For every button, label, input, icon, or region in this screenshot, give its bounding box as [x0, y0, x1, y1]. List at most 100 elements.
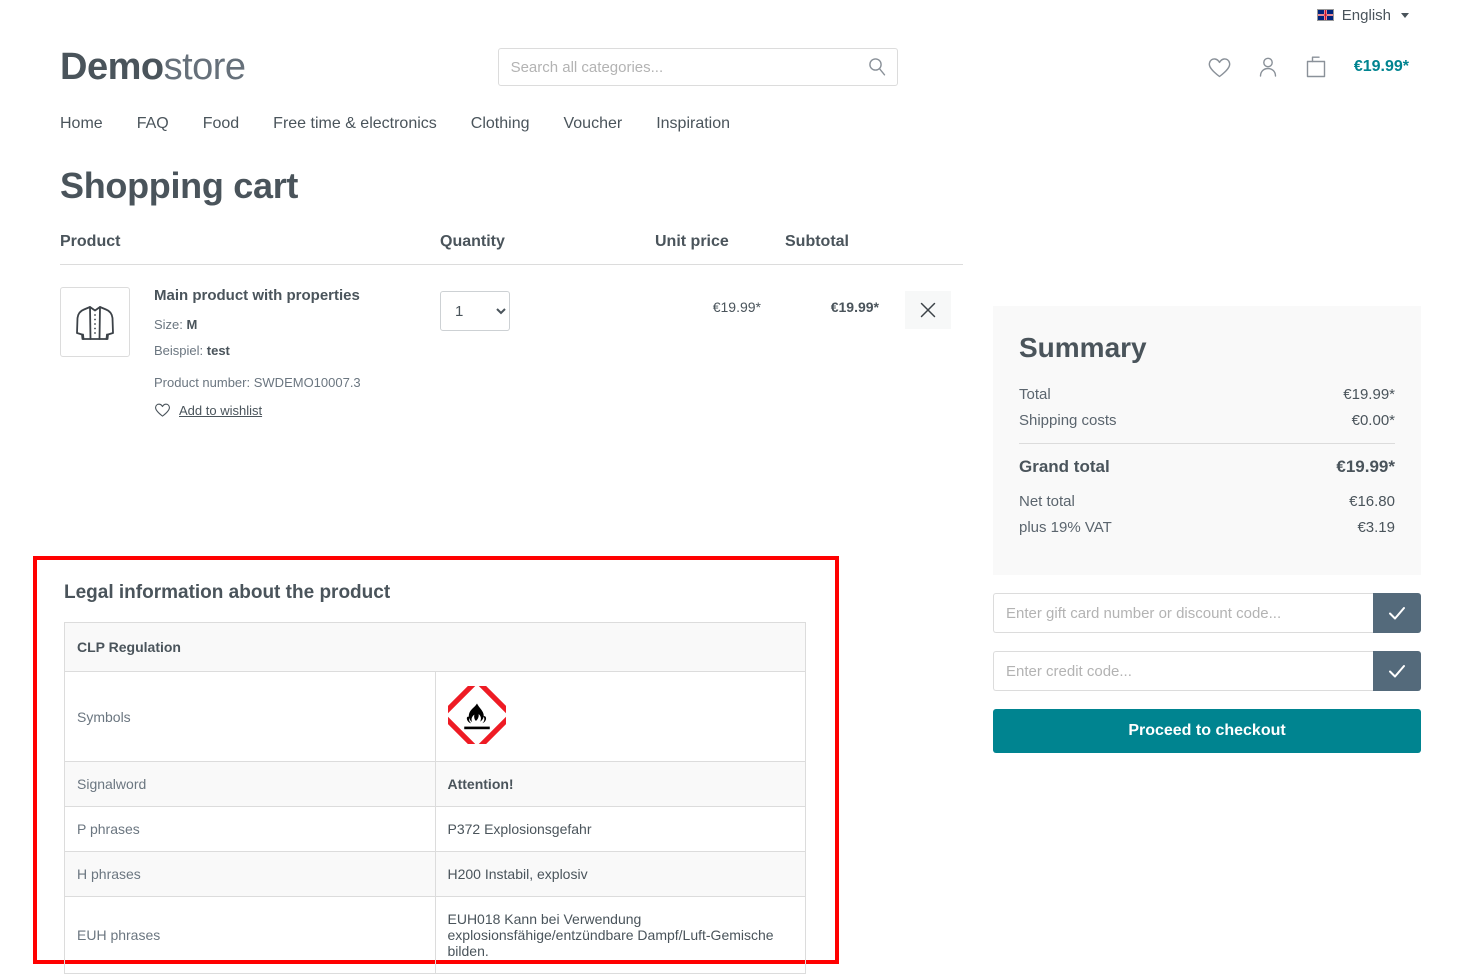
nav-item-inspiration[interactable]: Inspiration: [639, 115, 747, 133]
summary-value-total: €19.99*: [1343, 386, 1395, 403]
language-label: English: [1341, 6, 1391, 24]
site-logo[interactable]: Demostore: [60, 46, 246, 89]
cart-column: Shopping cart Product Quantity Unit pric…: [33, 146, 963, 974]
check-icon: [1389, 607, 1405, 620]
nav-item-food[interactable]: Food: [186, 115, 256, 133]
proceed-to-checkout-button[interactable]: Proceed to checkout: [993, 709, 1421, 753]
page-title: Shopping cart: [60, 165, 299, 206]
search-button[interactable]: [856, 48, 898, 86]
summary-row-shipping: Shipping costs €0.00*: [1019, 412, 1395, 429]
clp-value-h-phrases: H200 Instabil, explosiv: [434, 851, 806, 897]
summary-row-vat: plus 19% VAT €3.19: [1019, 519, 1395, 536]
cart-button[interactable]: [1304, 54, 1328, 80]
jacket-icon: [76, 306, 114, 340]
add-to-wishlist-label: Add to wishlist: [179, 402, 263, 418]
summary-value-vat: €3.19: [1357, 519, 1395, 536]
clp-row-signalword: Signalword Attention!: [64, 761, 806, 807]
user-icon: [1259, 57, 1277, 77]
clp-table-title-row: CLP Regulation: [64, 622, 806, 672]
nav-item-free-time-electronics[interactable]: Free time & electronics: [256, 115, 454, 133]
clp-label-signalword: Signalword: [64, 761, 436, 807]
column-header-remove: [905, 233, 963, 251]
legal-information-title: Legal information about the product: [64, 582, 391, 603]
close-icon: [920, 302, 936, 318]
heart-icon: [155, 403, 170, 417]
property-label-size: Size:: [154, 317, 183, 332]
nav-item-faq[interactable]: FAQ: [120, 115, 186, 133]
column-header-subtotal: Subtotal: [785, 233, 849, 250]
credit-code-input[interactable]: [993, 651, 1373, 691]
clp-value-symbols: [434, 671, 806, 762]
account-button[interactable]: [1256, 55, 1280, 79]
summary-value-grand-total: €19.99*: [1336, 457, 1395, 476]
top-bar: English: [0, 0, 1469, 26]
logo-bold-part: Demo: [60, 45, 164, 88]
summary-row-net-total: Net total €16.80: [1019, 493, 1395, 510]
header-actions: €19.99*: [1207, 54, 1409, 80]
cart-line-item: Main product with properties Size: M Bei…: [60, 265, 963, 418]
summary-label-total: Total: [1019, 386, 1051, 403]
quantity-column: 1: [440, 287, 655, 331]
nav-item-home[interactable]: Home: [60, 115, 120, 133]
product-thumbnail[interactable]: [60, 287, 130, 357]
clp-regulation-table: CLP Regulation Symbols Signalword Attent…: [64, 622, 806, 974]
search-icon: [868, 58, 885, 76]
remove-item-button[interactable]: [905, 291, 951, 329]
search-input[interactable]: [497, 48, 898, 86]
product-name[interactable]: Main product with properties: [154, 287, 440, 305]
clp-value-signalword: Attention!: [434, 761, 806, 807]
column-header-unit-price: Unit price: [655, 233, 729, 250]
quantity-stepper[interactable]: 1: [440, 291, 510, 331]
clp-label-euh-phrases: EUH phrases: [64, 896, 436, 974]
gift-card-submit-button[interactable]: [1373, 593, 1421, 633]
gift-card-row: [993, 593, 1421, 633]
ghs02-flammable-pictogram: [438, 676, 515, 754]
logo-light-part: store: [163, 45, 246, 88]
nav-item-clothing[interactable]: Clothing: [454, 115, 547, 133]
heart-icon: [1208, 57, 1231, 77]
product-number-label: Product number:: [154, 375, 251, 390]
summary-label-net-total: Net total: [1019, 493, 1075, 510]
column-header-product: Product: [60, 233, 121, 250]
gift-card-input[interactable]: [993, 593, 1373, 633]
summary-row-total: Total €19.99*: [1019, 386, 1395, 403]
cart-table-header: Product Quantity Unit price Subtotal: [60, 233, 963, 265]
legal-information-highlight: Legal information about the product CLP …: [33, 556, 839, 974]
subtotal-value: €19.99*: [830, 299, 879, 315]
summary-label-shipping: Shipping costs: [1019, 412, 1117, 429]
remove-column: [905, 287, 951, 329]
summary-value-shipping: €0.00*: [1351, 412, 1395, 429]
cart-total-price[interactable]: €19.99*: [1354, 58, 1409, 76]
product-details: Main product with properties Size: M Bei…: [130, 287, 440, 418]
summary-column: Summary Total €19.99* Shipping costs €0.…: [993, 146, 1421, 753]
clp-label-symbols: Symbols: [64, 671, 436, 762]
summary-panel: Summary Total €19.99* Shipping costs €0.…: [993, 306, 1421, 575]
credit-code-submit-button[interactable]: [1373, 651, 1421, 691]
bag-icon: [1306, 56, 1326, 78]
summary-title: Summary: [1019, 332, 1147, 363]
product-number: Product number: SWDEMO10007.3: [154, 375, 440, 390]
page-content: Shopping cart Product Quantity Unit pric…: [0, 146, 1469, 974]
product-number-value: SWDEMO10007.3: [253, 375, 361, 390]
add-to-wishlist-button[interactable]: Add to wishlist: [154, 402, 440, 418]
flag-uk-icon: [1316, 9, 1334, 21]
product-property-size: Size: M: [154, 317, 440, 332]
clp-label-h-phrases: H phrases: [64, 851, 436, 897]
nav-item-voucher[interactable]: Voucher: [546, 115, 639, 133]
clp-row-euh-phrases: EUH phrases EUH018 Kann bei Verwendung e…: [64, 896, 806, 974]
search-container: [497, 48, 898, 86]
wishlist-button[interactable]: [1207, 56, 1232, 79]
clp-row-symbols: Symbols: [64, 671, 806, 762]
clp-table-title: CLP Regulation: [64, 622, 806, 672]
summary-divider: [1019, 443, 1395, 444]
summary-label-grand-total: Grand total: [1019, 457, 1110, 476]
summary-row-grand-total: Grand total €19.99*: [1019, 457, 1395, 477]
language-selector[interactable]: English: [1316, 6, 1409, 24]
chevron-down-icon: [1401, 12, 1409, 18]
check-icon: [1389, 665, 1405, 678]
property-label-beispiel: Beispiel:: [154, 343, 204, 358]
credit-code-row: [993, 651, 1421, 691]
clp-row-h-phrases: H phrases H200 Instabil, explosiv: [64, 851, 806, 897]
unit-price-value: €19.99*: [712, 299, 761, 315]
property-value-beispiel: test: [206, 343, 230, 358]
